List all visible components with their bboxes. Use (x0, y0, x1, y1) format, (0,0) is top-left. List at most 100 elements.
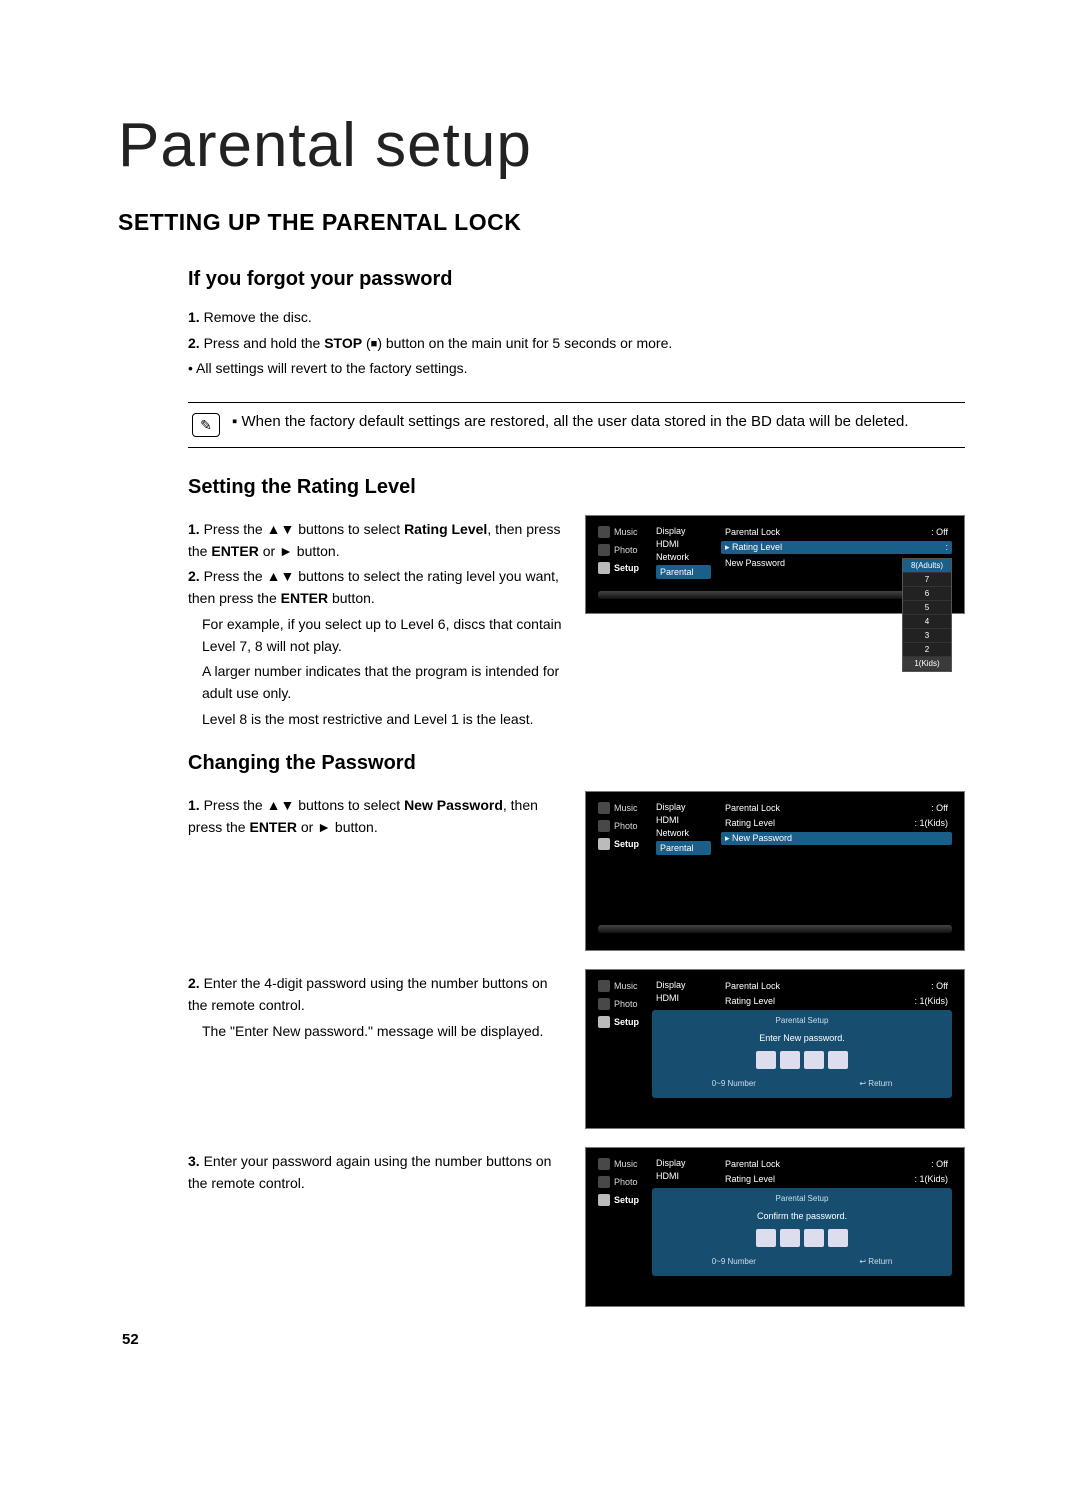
detail-row: Parental Lock: Off (721, 526, 952, 538)
sidebar-item-label: Photo (614, 545, 638, 555)
step-text: For example, if you select up to Level 6… (202, 614, 565, 657)
tv-screenshot-enter-pw: Music Photo Setup Display HDMI Parental … (585, 969, 965, 1129)
sidebar-item-label: Setup (614, 839, 639, 849)
step-number: 1. (188, 797, 200, 813)
detail-row-selected: ▸ Rating Level: (721, 541, 952, 554)
sidebar-item-photo: Photo (598, 998, 648, 1010)
forgot-steps: 1. Remove the disc. 2. Press and hold th… (188, 307, 965, 380)
sidebar-item-label: Photo (614, 999, 638, 1009)
hint-number: 0~9 Number (712, 1257, 756, 1266)
step-text: The "Enter New password." message will b… (202, 1021, 565, 1043)
music-icon (598, 526, 610, 538)
tv-screenshot-confirm-pw: Music Photo Setup Display HDMI Parental … (585, 1147, 965, 1307)
bullet-text: • All settings will revert to the factor… (188, 358, 965, 380)
dialog-title: Parental Setup (660, 1194, 944, 1203)
sidebar-item-label: Setup (614, 563, 639, 573)
music-icon (598, 802, 610, 814)
sidebar-item-music: Music (598, 526, 648, 538)
hint-number: 0~9 Number (712, 1079, 756, 1088)
sidebar-item-label: Setup (614, 1017, 639, 1027)
pick-item: 6 (903, 587, 951, 601)
detail-row: Rating Level: 1(Kids) (721, 1173, 952, 1185)
sidebar-item-music: Music (598, 1158, 648, 1170)
changing-step1: 1. Press the ▲▼ buttons to select New Pa… (188, 791, 565, 842)
step-number: 1. (188, 521, 200, 537)
step-number: 2. (188, 975, 200, 991)
detail-row-selected: ▸ New Password (721, 832, 952, 845)
step-number: 3. (188, 1153, 200, 1169)
menu-item-selected: Parental (656, 841, 711, 855)
menu-item: Display (656, 1158, 711, 1168)
photo-icon (598, 998, 610, 1010)
detail-row: Rating Level: 1(Kids) (721, 995, 952, 1007)
tv-footer-bar (598, 591, 952, 599)
subheading-changing: Changing the Password (188, 752, 965, 775)
tv-screenshot-rating: Music Photo Setup Display HDMI Network P… (585, 515, 965, 614)
step-number: 2. (188, 335, 200, 351)
menu-item: Display (656, 802, 711, 812)
menu-item: Network (656, 552, 711, 562)
step-text: ) button on the main unit for 5 seconds … (377, 335, 672, 351)
photo-icon (598, 1176, 610, 1188)
sidebar-item-photo: Photo (598, 544, 648, 556)
menu-item: HDMI (656, 539, 711, 549)
digit-box (756, 1051, 776, 1069)
pick-item: 1(Kids) (903, 657, 951, 671)
page-number: 52 (122, 1331, 965, 1348)
label-rating-level: Rating Level (404, 521, 487, 537)
step-text: Level 8 is the most restrictive and Leve… (202, 709, 565, 731)
detail-row: Parental Lock: Off (721, 1158, 952, 1170)
rating-picklist: 8(Adults) 7 6 5 4 3 2 1(Kids) (902, 558, 952, 672)
pick-item: 2 (903, 643, 951, 657)
pick-item: 4 (903, 615, 951, 629)
sidebar-item-label: Photo (614, 1177, 638, 1187)
sidebar-item-label: Photo (614, 821, 638, 831)
pick-item: 5 (903, 601, 951, 615)
password-dialog: Parental Setup Enter New password. 0~9 N… (652, 1010, 952, 1098)
photo-icon (598, 820, 610, 832)
note-callout: ✎ ▪ When the factory default settings ar… (188, 402, 965, 448)
password-digits (660, 1229, 944, 1247)
menu-item: HDMI (656, 1171, 711, 1181)
gear-icon (598, 1194, 610, 1206)
section-heading: SETTING UP THE PARENTAL LOCK (118, 209, 965, 236)
digit-box (828, 1229, 848, 1247)
step-text: ( (362, 335, 371, 351)
menu-item: Network (656, 828, 711, 838)
music-icon (598, 980, 610, 992)
hint-return: ↩ Return (859, 1257, 892, 1266)
changing-step3: 3. Enter your password again using the n… (188, 1147, 565, 1198)
menu-item: Display (656, 526, 711, 536)
digit-box (780, 1051, 800, 1069)
sidebar-item-label: Music (614, 1159, 638, 1169)
button-label-stop: STOP (324, 335, 362, 351)
subheading-rating: Setting the Rating Level (188, 476, 965, 499)
password-dialog: Parental Setup Confirm the password. 0~9… (652, 1188, 952, 1276)
sidebar-item-music: Music (598, 980, 648, 992)
pick-item: 3 (903, 629, 951, 643)
sidebar-item-setup: Setup (598, 838, 648, 850)
note-text: When the factory default settings are re… (242, 413, 909, 430)
digit-box (780, 1229, 800, 1247)
sidebar-item-setup: Setup (598, 562, 648, 574)
detail-menu: Parental Lock: Off Rating Level: 1(Kids)… (721, 802, 952, 855)
step-text: Remove the disc. (204, 309, 312, 325)
sidebar-item-label: Music (614, 803, 638, 813)
sidebar-item-setup: Setup (598, 1016, 648, 1028)
rating-steps: 1. Press the ▲▼ buttons to select Rating… (188, 515, 565, 734)
settings-menu: Display HDMI Network Parental (656, 526, 711, 579)
note-icon: ✎ (192, 413, 220, 437)
sidebar-item-setup: Setup (598, 1194, 648, 1206)
menu-item: HDMI (656, 993, 711, 1003)
tv-screenshot-newpw: Music Photo Setup Display HDMI Network P… (585, 791, 965, 951)
note-bullet: ▪ (232, 413, 237, 430)
music-icon (598, 1158, 610, 1170)
sidebar-item-label: Setup (614, 1195, 639, 1205)
page-title: Parental setup (118, 110, 965, 181)
settings-menu: Display HDMI Network Parental (656, 802, 711, 855)
menu-item-selected: Parental (656, 565, 711, 579)
photo-icon (598, 544, 610, 556)
detail-row: Rating Level: 1(Kids) (721, 817, 952, 829)
step-text: A larger number indicates that the progr… (202, 661, 565, 704)
menu-item: HDMI (656, 815, 711, 825)
